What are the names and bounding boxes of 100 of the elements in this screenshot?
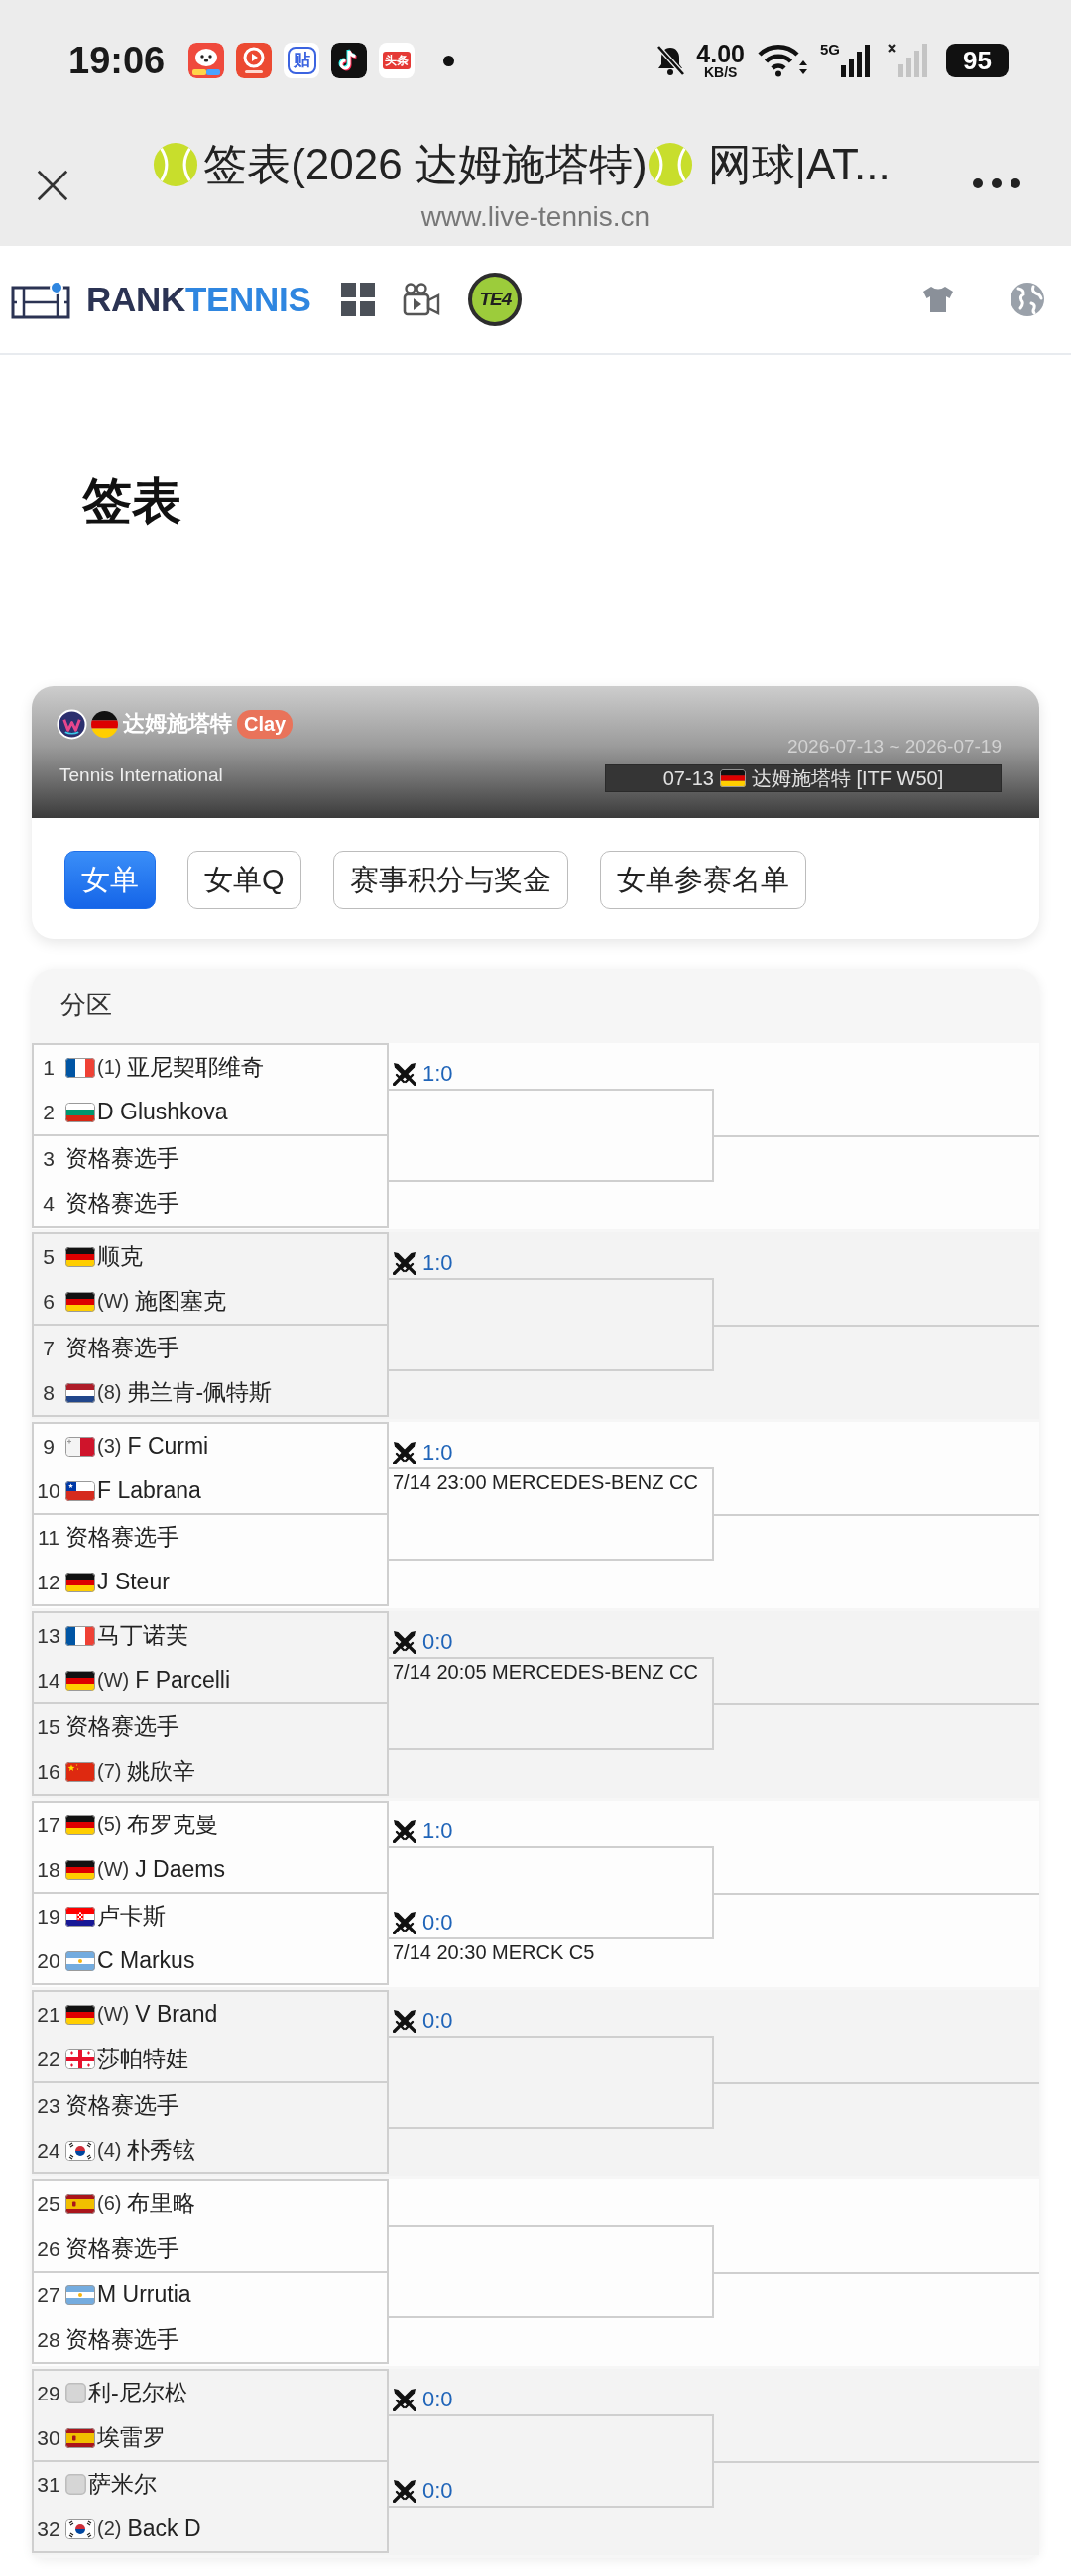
player-name: 资格赛选手	[65, 1712, 179, 1741]
player-name: 布里略	[127, 2189, 196, 2218]
germany-flag-icon	[719, 769, 746, 787]
player-name: M Urrutia	[97, 2282, 191, 2308]
player-name: 萨米尔	[88, 2470, 157, 2499]
score-link[interactable]: 1:0	[422, 1061, 453, 1087]
player-seed: (6)	[97, 2192, 122, 2215]
germany-flag-icon	[91, 710, 118, 738]
network-type: 5G	[820, 42, 840, 57]
draw-position: 8	[42, 1380, 56, 1405]
germany-flag-icon	[65, 1670, 95, 1691]
draw-position: 10	[36, 1478, 61, 1503]
draw-position: 20	[36, 1948, 61, 1973]
player-name: 利-尼尔松	[88, 2379, 187, 2407]
draw-position: 6	[42, 1289, 56, 1314]
player-name: 资格赛选手	[65, 1144, 179, 1173]
music-note-app-icon	[331, 43, 368, 78]
player-name: 弗兰肯-佩特斯	[127, 1378, 273, 1407]
draw-position: 12	[36, 1570, 61, 1594]
spain-flag-icon	[65, 2427, 95, 2448]
player-seed: (5)	[97, 1814, 122, 1836]
globe-icon[interactable]	[1010, 282, 1045, 317]
draw-position: 2	[42, 1100, 56, 1124]
t-shirt-icon[interactable]	[921, 285, 955, 314]
player-seed: (4)	[97, 2139, 122, 2162]
match-schedule: 7/14 23:00 MERCEDES-BENZ CC	[392, 1471, 699, 1493]
wifi-icon	[757, 43, 808, 78]
tab[interactable]: 女单	[64, 851, 156, 909]
player-name: 埃雷罗	[97, 2423, 166, 2452]
more-icon[interactable]	[972, 177, 1021, 189]
news-app-logo: 头条	[379, 43, 416, 78]
draw-position: 1	[42, 1055, 56, 1080]
page-title-text: 网球|AT...	[707, 138, 891, 190]
draw-position: 13	[36, 1623, 61, 1648]
crossed-swords-icon	[393, 1251, 416, 1275]
draw-position: 7	[42, 1336, 56, 1360]
page-heading: 签表	[81, 472, 182, 530]
draw-position: 19	[36, 1904, 61, 1929]
draw-position: 32	[36, 2517, 61, 2541]
tennis-court-logo-icon[interactable]	[11, 280, 70, 319]
netherlands-flag-icon	[65, 1382, 95, 1403]
germany-flag-icon	[65, 1572, 95, 1592]
draw-position: 31	[36, 2472, 61, 2497]
tournament-name: 达姆施塔特	[123, 710, 232, 738]
score-link[interactable]: 0:0	[422, 2387, 453, 2412]
page-title-text: 签表(2026 达姆施塔特)	[203, 138, 648, 190]
tab[interactable]: 女单参赛名单	[599, 851, 806, 909]
score-link[interactable]: 1:0	[422, 1250, 453, 1276]
match-schedule: 7/14 20:30 MERCK C5	[392, 1941, 596, 1963]
section-title: 分区	[60, 988, 112, 1021]
player-name: 姚欣辛	[127, 1757, 196, 1786]
crossed-swords-icon	[393, 1062, 416, 1086]
grid-icon[interactable]	[341, 283, 376, 316]
malta-flag-icon	[65, 1436, 95, 1457]
player-name: 资格赛选手	[65, 1523, 179, 1552]
draw-position: 3	[42, 1146, 56, 1171]
score-link[interactable]: 0:0	[422, 2008, 453, 2034]
argentina-flag-icon	[65, 1950, 95, 1971]
germany-flag-icon	[65, 2004, 95, 2025]
player-seed: (3)	[97, 1435, 122, 1458]
tab[interactable]: 女单Q	[187, 851, 301, 909]
dog-app-icon	[188, 43, 225, 78]
score-link[interactable]: 1:0	[422, 1440, 453, 1465]
logo-badge[interactable]: TE4	[468, 273, 523, 326]
draw-position: 29	[36, 2381, 61, 2405]
germany-flag-icon	[65, 1859, 95, 1880]
brand-name[interactable]: RANKTENNIS	[86, 280, 311, 319]
tennis-ball-icon	[647, 142, 693, 187]
player-name: F Parcelli	[135, 1667, 231, 1694]
score-link[interactable]: 1:0	[422, 1818, 453, 1844]
video-camera-icon[interactable]	[403, 282, 441, 317]
croatia-flag-icon	[65, 1906, 95, 1927]
score-link[interactable]: 0:0	[422, 1629, 453, 1655]
blank-flag-icon	[65, 2383, 86, 2403]
draw-position: 22	[36, 2047, 61, 2071]
score-link[interactable]: 0:0	[422, 2478, 453, 2504]
player-name: 布罗克曼	[127, 1811, 219, 1839]
player-name: F Labrana	[97, 1477, 201, 1504]
tab[interactable]: 赛事积分与奖金	[332, 851, 568, 909]
post-app-logo: 贴	[284, 43, 320, 78]
draw-position: 5	[42, 1244, 56, 1269]
player-name: Back D	[127, 2516, 201, 2542]
score-link[interactable]: 0:0	[422, 1910, 453, 1935]
china-flag-icon	[65, 1761, 95, 1782]
france-flag-icon	[65, 1625, 95, 1646]
player-name: 资格赛选手	[65, 2325, 179, 2354]
crossed-swords-icon	[393, 1441, 416, 1464]
player-name: 亚尼契耶维奇	[127, 1053, 265, 1082]
no-signal-icon	[887, 43, 928, 78]
player-name: 卢卡斯	[97, 1902, 166, 1931]
crossed-swords-icon	[393, 2388, 416, 2411]
player-seed: (W)	[97, 1290, 130, 1313]
draw-position: 21	[36, 2002, 61, 2027]
player-seed: (7)	[97, 1760, 122, 1783]
speed-unit: KB/S	[703, 65, 738, 79]
event-select[interactable]: 07-13 达姆施塔特 [ITF W50]	[605, 764, 1002, 792]
player-name: 施图塞克	[135, 1287, 227, 1316]
player-name: C Markus	[97, 1947, 195, 1974]
player-name: 马丁诺芙	[97, 1621, 188, 1650]
bulgaria-flag-icon	[65, 1102, 95, 1122]
